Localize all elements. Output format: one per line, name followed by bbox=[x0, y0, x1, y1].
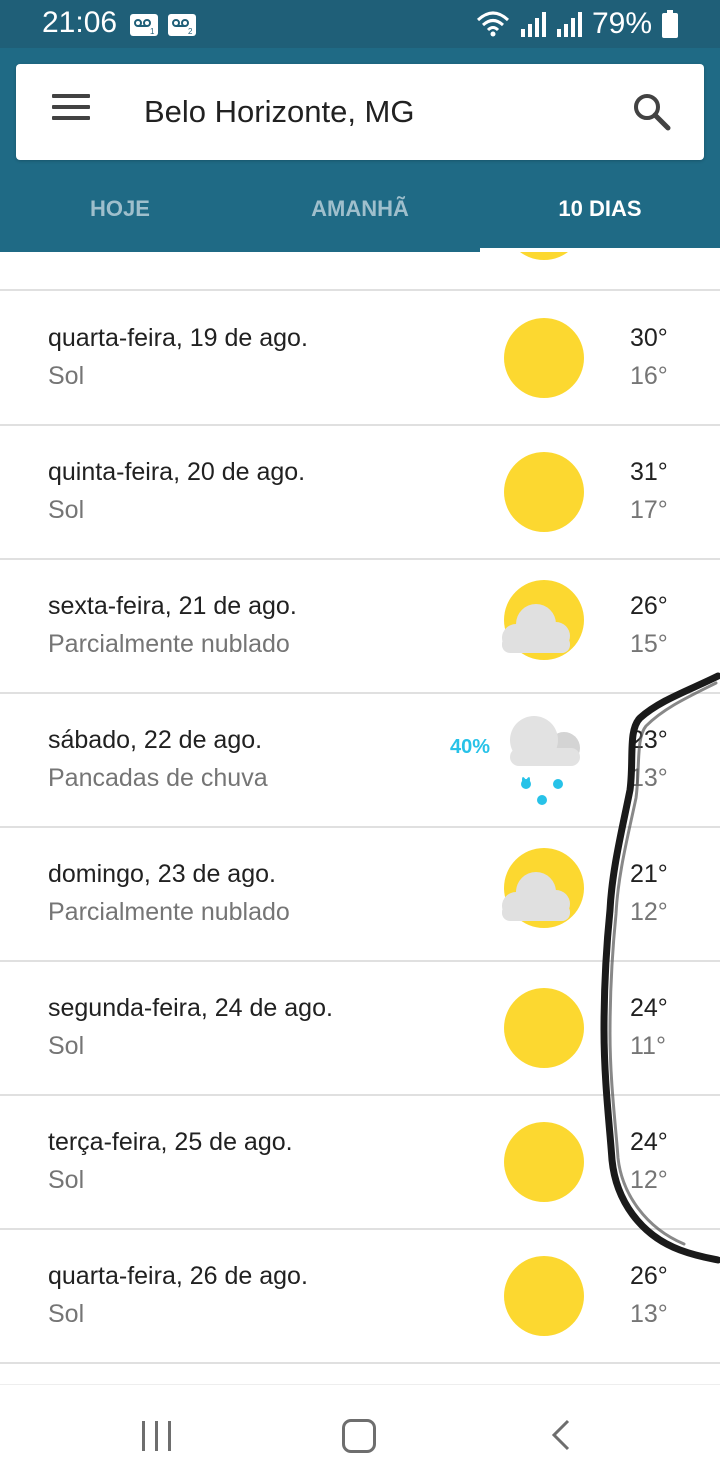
forecast-condition: Sol bbox=[48, 1300, 85, 1328]
location-label[interactable]: Belo Horizonte, MG bbox=[144, 94, 415, 130]
high-temperature: 21° bbox=[630, 860, 668, 888]
precipitation-chance: 40% bbox=[450, 736, 491, 758]
forecast-condition: Parcialmente nublado bbox=[48, 630, 290, 658]
partly-cloudy-icon bbox=[502, 580, 584, 660]
forecast-condition: Sol bbox=[48, 362, 85, 390]
high-temperature: 26° bbox=[630, 1262, 668, 1290]
navigation-bar bbox=[0, 1384, 720, 1481]
forecast-row[interactable]: quarta-feira, 19 de ago. Sol 30° 16° bbox=[0, 290, 720, 426]
low-temperature: 15° bbox=[630, 630, 668, 658]
search-icon[interactable] bbox=[630, 90, 674, 134]
forecast-date: segunda-feira, 24 de ago. bbox=[48, 994, 333, 1022]
high-temperature: 26° bbox=[630, 592, 668, 620]
forecast-condition: Sol bbox=[48, 496, 85, 524]
forecast-row[interactable]: sexta-feira, 21 de ago. Parcialmente nub… bbox=[0, 558, 720, 694]
forecast-row[interactable]: sábado, 22 de ago. Pancadas de chuva 40%… bbox=[0, 692, 720, 828]
forecast-list[interactable]: quarta-feira, 19 de ago. Sol 30° 16° qui… bbox=[0, 252, 720, 1384]
sun-icon bbox=[504, 252, 584, 260]
forecast-date: quinta-feira, 20 de ago. bbox=[48, 458, 306, 486]
forecast-date: quarta-feira, 26 de ago. bbox=[48, 1262, 308, 1290]
svg-text:2: 2 bbox=[188, 27, 193, 36]
app-header: Belo Horizonte, MG HOJE AMANHÃ 10 DIAS bbox=[0, 48, 720, 252]
forecast-row[interactable]: quinta-feira, 20 de ago. Sol 31° 17° bbox=[0, 424, 720, 560]
low-temperature: 16° bbox=[630, 362, 668, 390]
forecast-row[interactable]: terça-feira, 25 de ago. Sol 24° 12° bbox=[0, 1094, 720, 1230]
signal-2-icon bbox=[556, 12, 582, 37]
forecast-date: domingo, 23 de ago. bbox=[48, 860, 276, 888]
low-temperature: 12° bbox=[630, 898, 668, 926]
low-temperature: 13° bbox=[630, 764, 668, 792]
high-temperature: 24° bbox=[630, 1128, 668, 1156]
forecast-date: sexta-feira, 21 de ago. bbox=[48, 592, 297, 620]
sun-icon bbox=[504, 1122, 584, 1202]
sun-icon bbox=[504, 318, 584, 398]
status-right: 79% bbox=[476, 6, 678, 42]
svg-text:1: 1 bbox=[150, 27, 155, 36]
forecast-row[interactable]: quarta-feira, 26 de ago. Sol 26° 13° bbox=[0, 1228, 720, 1364]
status-time: 21:06 bbox=[42, 6, 118, 39]
tab-today[interactable]: HOJE bbox=[0, 180, 240, 252]
rain-cloud-icon bbox=[510, 716, 580, 805]
forecast-condition: Sol bbox=[48, 1032, 85, 1060]
partial-row bbox=[0, 252, 720, 291]
sun-icon bbox=[504, 452, 584, 532]
forecast-date: sábado, 22 de ago. bbox=[48, 726, 263, 754]
signal-1-icon bbox=[520, 12, 546, 37]
low-temperature: 17° bbox=[630, 496, 668, 524]
forecast-row[interactable]: domingo, 23 de ago. Parcialmente nublado… bbox=[0, 826, 720, 962]
tab-tomorrow[interactable]: AMANHÃ bbox=[240, 180, 480, 252]
low-temperature: 11° bbox=[630, 1032, 666, 1060]
recent-apps-icon[interactable] bbox=[142, 1421, 174, 1451]
forecast-condition: Parcialmente nublado bbox=[48, 898, 290, 926]
menu-icon[interactable] bbox=[52, 94, 90, 130]
sun-icon bbox=[504, 988, 584, 1068]
forecast-date: terça-feira, 25 de ago. bbox=[48, 1128, 293, 1156]
forecast-row[interactable]: segunda-feira, 24 de ago. Sol 24° 11° bbox=[0, 960, 720, 1096]
forecast-condition: Sol bbox=[48, 1166, 85, 1194]
tab-bar: HOJE AMANHÃ 10 DIAS bbox=[0, 180, 720, 252]
battery-percent: 79% bbox=[591, 7, 652, 40]
status-bar: 21:06 1 2 79% bbox=[0, 0, 720, 48]
voicemail-2-icon: 2 bbox=[168, 14, 196, 36]
high-temperature: 24° bbox=[630, 994, 668, 1022]
location-search-bar[interactable]: Belo Horizonte, MG bbox=[16, 64, 704, 160]
low-temperature: 12° bbox=[630, 1166, 668, 1194]
low-temperature: 13° bbox=[630, 1300, 668, 1328]
forecast-date: quarta-feira, 19 de ago. bbox=[48, 324, 308, 352]
high-temperature: 23° bbox=[630, 726, 668, 754]
partly-cloudy-icon bbox=[502, 848, 584, 928]
back-icon[interactable] bbox=[548, 1419, 574, 1451]
sun-icon bbox=[504, 1256, 584, 1336]
battery-icon bbox=[662, 10, 678, 38]
wifi-icon bbox=[476, 11, 509, 37]
high-temperature: 30° bbox=[630, 324, 668, 352]
home-icon[interactable] bbox=[342, 1419, 376, 1453]
voicemail-1-icon: 1 bbox=[130, 14, 158, 36]
forecast-condition: Pancadas de chuva bbox=[48, 764, 268, 792]
tab-10-days[interactable]: 10 DIAS bbox=[480, 180, 720, 252]
high-temperature: 31° bbox=[630, 458, 668, 486]
